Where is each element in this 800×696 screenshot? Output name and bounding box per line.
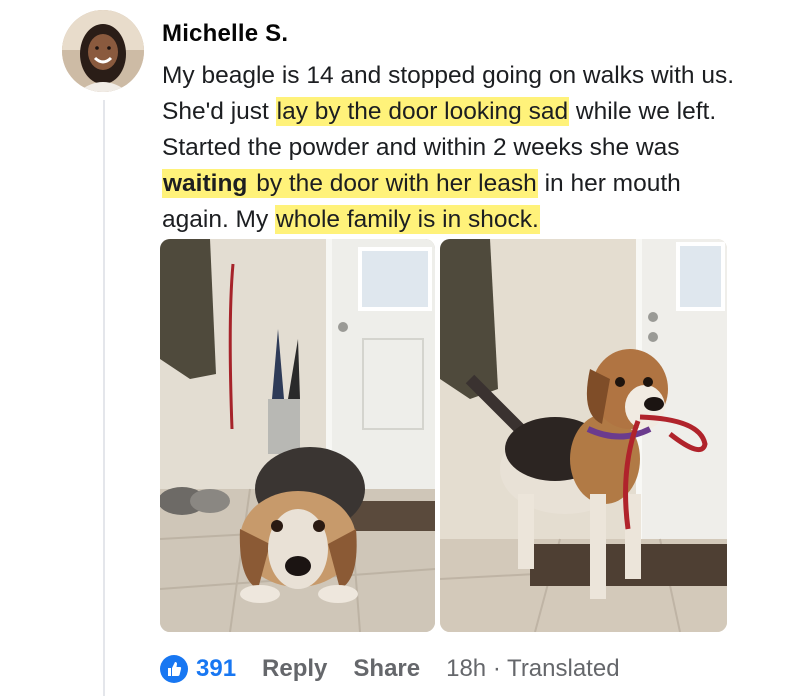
thread-line — [103, 100, 105, 696]
highlighted-phrase: lay by the door looking sad — [275, 97, 570, 126]
comment-actions: 391 Reply Share 18h · Translated — [160, 650, 620, 688]
photo-before[interactable] — [160, 239, 435, 632]
highlighted-phrase: by the door with her leash — [248, 169, 538, 198]
photo-after[interactable] — [440, 239, 727, 632]
comment-author[interactable]: Michelle S. — [162, 20, 288, 48]
thumbs-up-icon[interactable] — [160, 655, 188, 683]
highlighted-phrase: whole family is in shock. — [275, 205, 540, 234]
avatar[interactable] — [62, 10, 144, 92]
timestamp-translated[interactable]: 18h · Translated — [446, 655, 619, 683]
like-count[interactable]: 391 — [196, 655, 236, 683]
comment-text: My beagle is 14 and stopped going on wal… — [162, 58, 752, 238]
highlighted-phrase: waiting — [162, 169, 249, 198]
reply-button[interactable]: Reply — [262, 655, 327, 683]
share-button[interactable]: Share — [353, 655, 420, 683]
